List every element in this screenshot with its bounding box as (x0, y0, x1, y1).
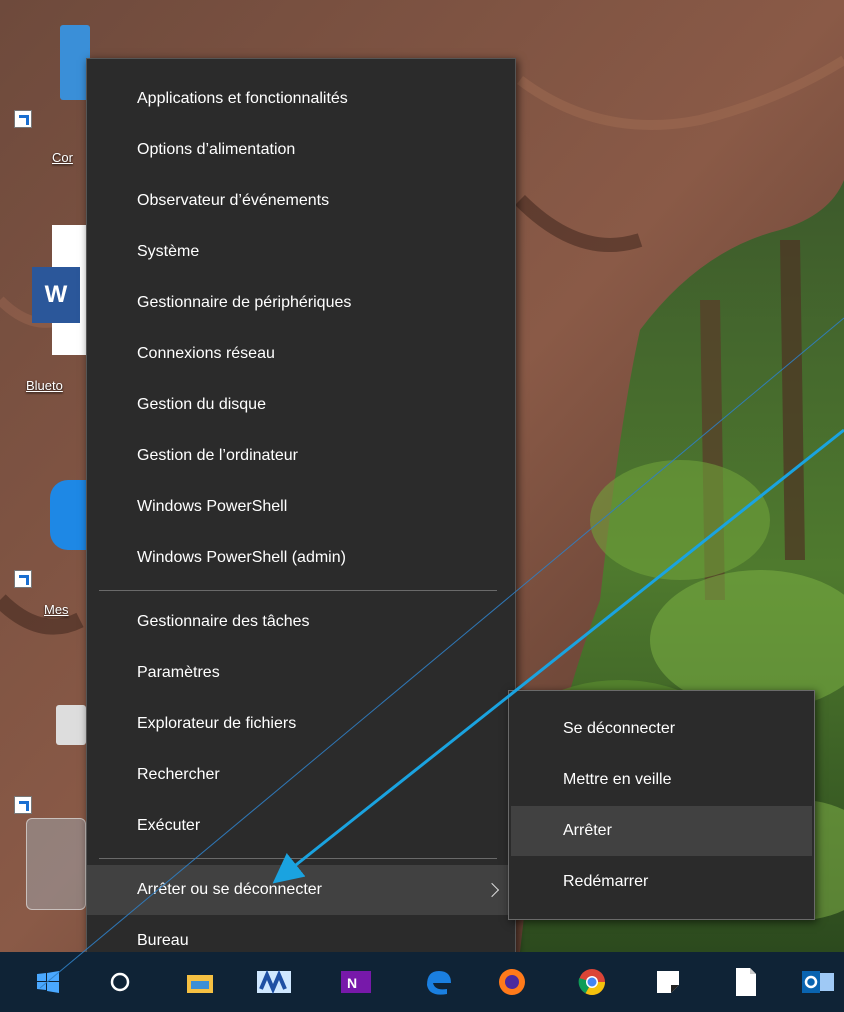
mathway-icon (257, 969, 291, 995)
menu-item-search[interactable]: Rechercher (87, 750, 515, 800)
messenger-desktop-icon[interactable] (50, 480, 86, 550)
sticky-notes-icon (657, 971, 679, 993)
start-button[interactable] (20, 952, 76, 1012)
chrome-taskbar-button[interactable] (564, 952, 620, 1012)
word-desktop-icon[interactable]: W (32, 225, 88, 355)
desktop-icon-label[interactable]: Cor (52, 150, 73, 165)
menu-item-event-viewer[interactable]: Observateur d’événements (87, 176, 515, 226)
menu-item-system[interactable]: Système (87, 227, 515, 277)
menu-item-computer-management[interactable]: Gestion de l’ordinateur (87, 431, 515, 481)
shutdown-submenu: Se déconnecter Mettre en veille Arrêter … (508, 690, 815, 920)
menu-item-apps-features[interactable]: Applications et fonctionnalités (87, 74, 515, 124)
file-explorer-icon (187, 975, 213, 993)
menu-item-settings[interactable]: Paramètres (87, 648, 515, 698)
menu-item-shutdown-signout[interactable]: Arrêter ou se déconnecter (87, 865, 515, 915)
windows-start-icon (37, 971, 59, 993)
menu-item-task-manager[interactable]: Gestionnaire des tâches (87, 597, 515, 647)
chevron-right-icon (484, 882, 500, 898)
submenu-item-restart[interactable]: Redémarrer (511, 857, 812, 907)
file-explorer-taskbar-button[interactable] (172, 952, 228, 1012)
firefox-icon (499, 969, 525, 995)
chrome-icon (578, 969, 606, 996)
word-icon: W (32, 267, 80, 323)
sticky-notes-taskbar-button[interactable] (640, 952, 696, 1012)
desktop-icon-label[interactable]: Mes (44, 602, 69, 617)
winx-context-menu: Applications et fonctionnalités Options … (86, 58, 516, 968)
menu-separator (99, 590, 497, 591)
menu-item-powershell-admin[interactable]: Windows PowerShell (admin) (87, 533, 515, 583)
notepad-taskbar-button[interactable] (718, 952, 774, 1012)
onenote-icon: N (341, 971, 371, 993)
cortana-icon (110, 972, 130, 992)
menu-item-file-explorer[interactable]: Explorateur de fichiers (87, 699, 515, 749)
desktop-icon-label[interactable]: Blueto (26, 378, 63, 393)
menu-item-network-connections[interactable]: Connexions réseau (87, 329, 515, 379)
mathway-taskbar-button[interactable] (246, 952, 302, 1012)
shortcut-arrow-icon (14, 796, 32, 814)
speaker-desktop-icon[interactable] (56, 705, 86, 745)
submenu-item-sleep[interactable]: Mettre en veille (511, 755, 812, 805)
edge-icon (427, 971, 451, 995)
menu-item-disk-management[interactable]: Gestion du disque (87, 380, 515, 430)
firefox-taskbar-button[interactable] (484, 952, 540, 1012)
menu-item-power-options[interactable]: Options d’alimentation (87, 125, 515, 175)
submenu-item-sign-out[interactable]: Se déconnecter (511, 704, 812, 754)
edge-taskbar-button[interactable] (410, 952, 466, 1012)
menu-separator (99, 858, 497, 859)
menu-item-run[interactable]: Exécuter (87, 801, 515, 851)
menu-item-powershell[interactable]: Windows PowerShell (87, 482, 515, 532)
onenote-taskbar-button[interactable]: N (328, 952, 384, 1012)
svg-text:N: N (347, 975, 357, 991)
outlook-taskbar-button[interactable] (790, 952, 844, 1012)
recycle-bin-desktop-icon[interactable] (26, 818, 86, 910)
menu-item-device-manager[interactable]: Gestionnaire de périphériques (87, 278, 515, 328)
shortcut-arrow-icon (14, 570, 32, 588)
shortcut-arrow-icon (14, 110, 32, 128)
cortana-button[interactable] (92, 952, 148, 1012)
notepad-icon (736, 968, 756, 996)
submenu-item-shut-down[interactable]: Arrêter (511, 806, 812, 856)
outlook-icon (802, 971, 834, 993)
